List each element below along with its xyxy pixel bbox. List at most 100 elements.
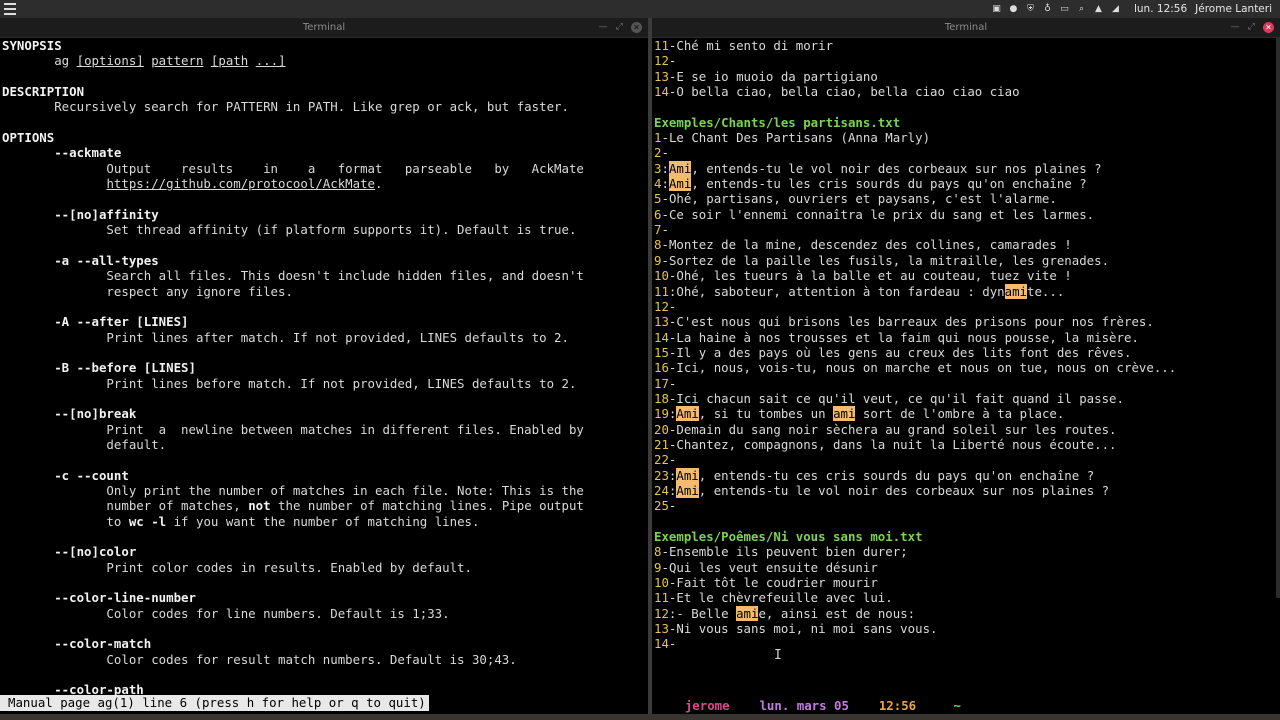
ag-result-line: 12- [654, 53, 1280, 68]
ag-result-line: 14-La haine à nos trousses et la faim qu… [654, 330, 1280, 345]
close-icon[interactable]: ✕ [1263, 22, 1274, 33]
ag-result-line: 6-Ce soir l'ennemi connaîtra le prix du … [654, 207, 1280, 222]
man-line: --[no]color [2, 544, 648, 559]
app-menu-icon[interactable] [4, 3, 16, 15]
text-segment: Demain du sang noir sèchera au grand sol… [676, 421, 1117, 437]
ag-result-line: 2- [654, 145, 1280, 160]
ag-result-line: 13-E se io muoio da partigiano [654, 69, 1280, 84]
user-name[interactable]: Jérome Lanteri [1195, 3, 1272, 15]
text-segment: C'est nous qui brisons les barreaux des … [676, 314, 1154, 330]
line-number: 19 [654, 406, 669, 422]
man-line: respect any ignore files. [2, 284, 648, 299]
man-line [2, 667, 648, 682]
ag-result-line: 13-C'est nous qui brisons les barreaux d… [654, 314, 1280, 329]
line-number: 10 [654, 268, 669, 284]
text-segment: wc -l [128, 513, 167, 529]
location-icon[interactable]: ♁ [1042, 4, 1053, 15]
text-segment: Ohé, les tueurs à la balle et au couteau… [676, 268, 1072, 284]
text-segment [248, 53, 255, 68]
bluetooth-icon[interactable]: ● [1008, 4, 1019, 15]
ag-result-line: 24:Ami, entends-tu le vol noir des corbe… [654, 482, 1280, 498]
line-number: 13 [654, 621, 669, 637]
text-segment: [path [210, 53, 249, 69]
system-tray: ▣ ● ⛨ ♁ ▭ ⌕ ▲ ◢ lun. 12:56 Jérome Lanter… [988, 0, 1280, 18]
text-segment: - [668, 53, 677, 69]
desktop-bottom-edge [0, 714, 1280, 720]
man-line [2, 299, 648, 314]
text-segment: ...] [255, 53, 286, 69]
man-line: Recursively search for PATTERN in PATH. … [2, 99, 648, 114]
man-line: --color-line-number [2, 590, 648, 605]
ag-result-line: 4:Ami, entends-tu les cris sourds du pay… [654, 176, 1280, 192]
ag-result-line: 1-Le Chant Des Partisans (Anna Marly) [654, 130, 1280, 145]
line-number: 20 [654, 421, 669, 437]
search-icon[interactable]: ⌕ [1076, 4, 1087, 15]
match-highlight: Ami [668, 176, 692, 192]
line-number: 22 [654, 452, 669, 468]
man-line: -B --before [LINES] [2, 360, 648, 375]
line-number: 13 [654, 68, 669, 84]
man-line [2, 237, 648, 252]
maximize-icon[interactable]: ⤢ [616, 18, 623, 37]
window-titlebar[interactable]: Terminal — ⤢ ✕ [652, 18, 1280, 38]
terminal-output[interactable]: 11-Ché mi sento di morir 12- 13-E se io mu… [654, 38, 1280, 720]
text-segment: -A --after [LINES] [2, 314, 189, 330]
ag-result-line: 18-Ici chacun sait ce qu'il veut, ce qu'… [654, 391, 1280, 406]
text-segment: Montez de la mine, descendez des colline… [668, 237, 1072, 253]
shield-icon[interactable]: ⛨ [1025, 4, 1036, 15]
network-icon[interactable]: ▣ [991, 4, 1002, 15]
text-segment: [options] [76, 53, 144, 69]
man-line: OPTIONS [2, 130, 648, 145]
text-segment: - [661, 237, 669, 253]
line-number: 14 [654, 636, 669, 652]
terminal-output[interactable]: SYNOPSIS ag [options] pattern [path ...]… [2, 38, 648, 720]
window-titlebar[interactable]: Terminal — ⤢ ✕ [0, 18, 648, 38]
text-segment: Print lines before match. If not provide… [2, 375, 577, 391]
match-highlight: Ami [676, 406, 699, 422]
ag-result-line: 8-Montez de la mine, descendez des colli… [654, 237, 1280, 252]
text-segment: La haine à nos trousses et la faim qui n… [676, 329, 1139, 345]
minimize-icon[interactable]: — [1231, 18, 1240, 37]
battery-icon[interactable]: ▭ [1059, 4, 1070, 15]
text-segment: te... [1027, 283, 1065, 299]
pager-status: Manual page ag(1) line 6 (press h for he… [0, 695, 429, 711]
close-icon[interactable]: ✕ [631, 22, 642, 33]
text-segment: Color codes for result match numbers. De… [2, 651, 517, 667]
text-segment: Sortez de la paille les fusils, la mitra… [668, 252, 1110, 268]
text-segment: --[no]color [2, 544, 137, 560]
man-line [2, 391, 648, 406]
text-segment: , entends-tu le vol noir des corbeaux su… [691, 160, 1102, 176]
man-line: --ackmate [2, 145, 648, 160]
line-number: 24 [654, 482, 669, 498]
line-number: 15 [654, 344, 669, 360]
ag-result-line: 5-Ohé, partisans, ouvriers et paysans, c… [654, 191, 1280, 206]
text-segment: DESCRIPTION [2, 84, 85, 100]
text-segment: Ohé, saboteur, attention à ton fardeau :… [676, 283, 1005, 299]
maximize-icon[interactable]: ⤢ [1248, 18, 1255, 37]
line-number: 25 [654, 498, 669, 514]
notification-bell-icon[interactable]: ▲ [1093, 4, 1104, 15]
text-segment: O bella ciao, bella ciao, bella ciao cia… [676, 84, 1020, 100]
text-segment: - [661, 222, 669, 238]
terminal-window-left[interactable]: Terminal — ⤢ ✕ SYNOPSIS ag [options] pat… [0, 18, 648, 720]
line-number: 11 [654, 38, 669, 53]
text-segment: Print color codes in results. Enabled by… [2, 559, 472, 575]
minimize-icon[interactable]: — [599, 18, 608, 37]
text-segment: Print lines after match. If not provided… [2, 329, 569, 345]
volume-icon[interactable]: ◢ [1110, 4, 1121, 15]
ag-result-line: 12:- Belle amie, ainsi est de nous: [654, 605, 1280, 621]
text-segment: Ici, nous, vois-tu, nous on marche et no… [676, 360, 1177, 376]
text-segment: - [661, 191, 669, 207]
ag-result-line: 16-Ici, nous, vois-tu, nous on marche et… [654, 360, 1280, 375]
text-segment: : [661, 160, 669, 176]
terminal-window-right[interactable]: Terminal — ⤢ ✕ 11-Ché mi sento di morir 1… [652, 18, 1280, 720]
ag-result-line: 9-Qui les veut ensuite désunir [654, 560, 1280, 575]
ag-result-line: 23:Ami, entends-tu ces cris sourds du pa… [654, 467, 1280, 483]
scrollbar[interactable] [1276, 38, 1280, 598]
clock[interactable]: lun. 12:56 [1134, 3, 1187, 15]
text-segment: respect any ignore files. [2, 283, 293, 299]
text-segment: - [668, 452, 677, 468]
file-path: Exemples/Chants/les partisans.txt [654, 114, 901, 130]
man-line: Color codes for line numbers. Default is… [2, 606, 648, 621]
line-number: 12 [654, 605, 669, 621]
